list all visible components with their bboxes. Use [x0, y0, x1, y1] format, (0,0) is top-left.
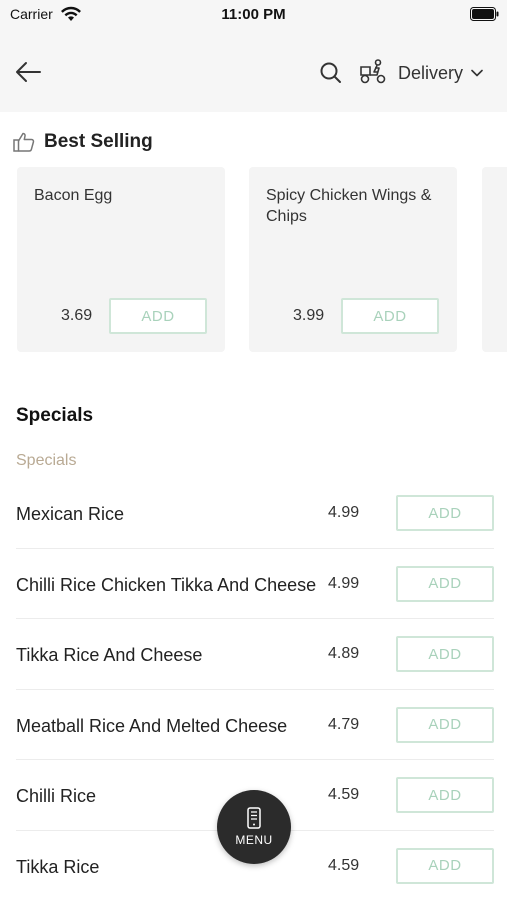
list-item[interactable]: Tikka Rice And Cheese 4.89 ADD — [16, 619, 494, 690]
add-button[interactable]: ADD — [396, 847, 494, 884]
item-price: 4.99 — [328, 574, 360, 592]
card-item-price: 3.69 — [61, 307, 93, 324]
card-item-price: 3.99 — [293, 307, 325, 324]
best-selling-title: Best Selling — [44, 131, 153, 152]
app-header: Delivery — [0, 32, 507, 112]
delivery-mode-selector[interactable]: Delivery — [398, 60, 483, 86]
best-selling-card[interactable]: Bacon Egg 3.69 ADD — [17, 167, 225, 352]
menu-phone-icon — [247, 807, 261, 829]
item-name: Meatball Rice And Melted Cheese — [16, 715, 288, 736]
list-item[interactable]: Chilli Rice Chicken Tikka And Cheese 4.9… — [16, 549, 494, 619]
item-name: Tikka Rice — [16, 856, 100, 877]
item-price: 4.79 — [328, 715, 360, 733]
battery-icon — [470, 7, 499, 21]
item-name: Tikka Rice And Cheese — [16, 645, 203, 665]
card-item-name: Bacon Egg — [34, 187, 113, 204]
add-button[interactable]: ADD — [109, 298, 207, 334]
item-name: Chilli Rice — [16, 786, 97, 806]
menu-label: MENU — [235, 833, 273, 847]
item-price: 4.89 — [328, 645, 360, 662]
status-bar: Carrier 11:00 PM — [0, 0, 507, 32]
card-item-name: Spicy Chicken Wings & Chips — [266, 187, 432, 225]
best-selling-title-row: Best Selling — [12, 130, 153, 154]
thumbs-up-icon — [13, 132, 35, 152]
add-button[interactable]: ADD — [396, 706, 494, 743]
delivery-scooter-icon[interactable] — [358, 58, 388, 86]
chevron-down-icon — [471, 69, 483, 77]
add-button[interactable]: ADD — [396, 495, 494, 531]
item-price: 4.59 — [328, 786, 360, 803]
best-selling-card[interactable]: Spicy Chicken Wings & Chips 3.99 ADD — [249, 167, 457, 352]
status-time: 11:00 PM — [221, 6, 286, 23]
item-name: Mexican Rice — [16, 504, 125, 524]
list-item[interactable]: Meatball Rice And Melted Cheese 4.79 ADD — [16, 690, 494, 760]
item-name: Chilli Rice Chicken Tikka And Cheese — [16, 574, 317, 595]
item-price: 4.99 — [328, 504, 360, 521]
menu-button[interactable]: MENU — [217, 790, 291, 864]
specials-subheading: Specials — [16, 452, 77, 469]
add-button[interactable]: ADD — [341, 298, 439, 334]
delivery-label: Delivery — [398, 62, 464, 83]
item-price: 4.59 — [328, 856, 360, 874]
specials-heading: Specials — [16, 405, 94, 426]
best-selling-section: Best Selling Bacon Egg 3.69 ADD Spicy Ch… — [0, 112, 507, 372]
list-item[interactable]: Mexican Rice 4.99 ADD — [16, 478, 494, 549]
best-selling-card-partial[interactable] — [482, 167, 507, 352]
add-button[interactable]: ADD — [396, 777, 494, 813]
back-arrow-icon[interactable] — [12, 56, 44, 88]
add-button[interactable]: ADD — [396, 565, 494, 602]
search-icon[interactable] — [318, 60, 344, 86]
add-button[interactable]: ADD — [396, 636, 494, 672]
